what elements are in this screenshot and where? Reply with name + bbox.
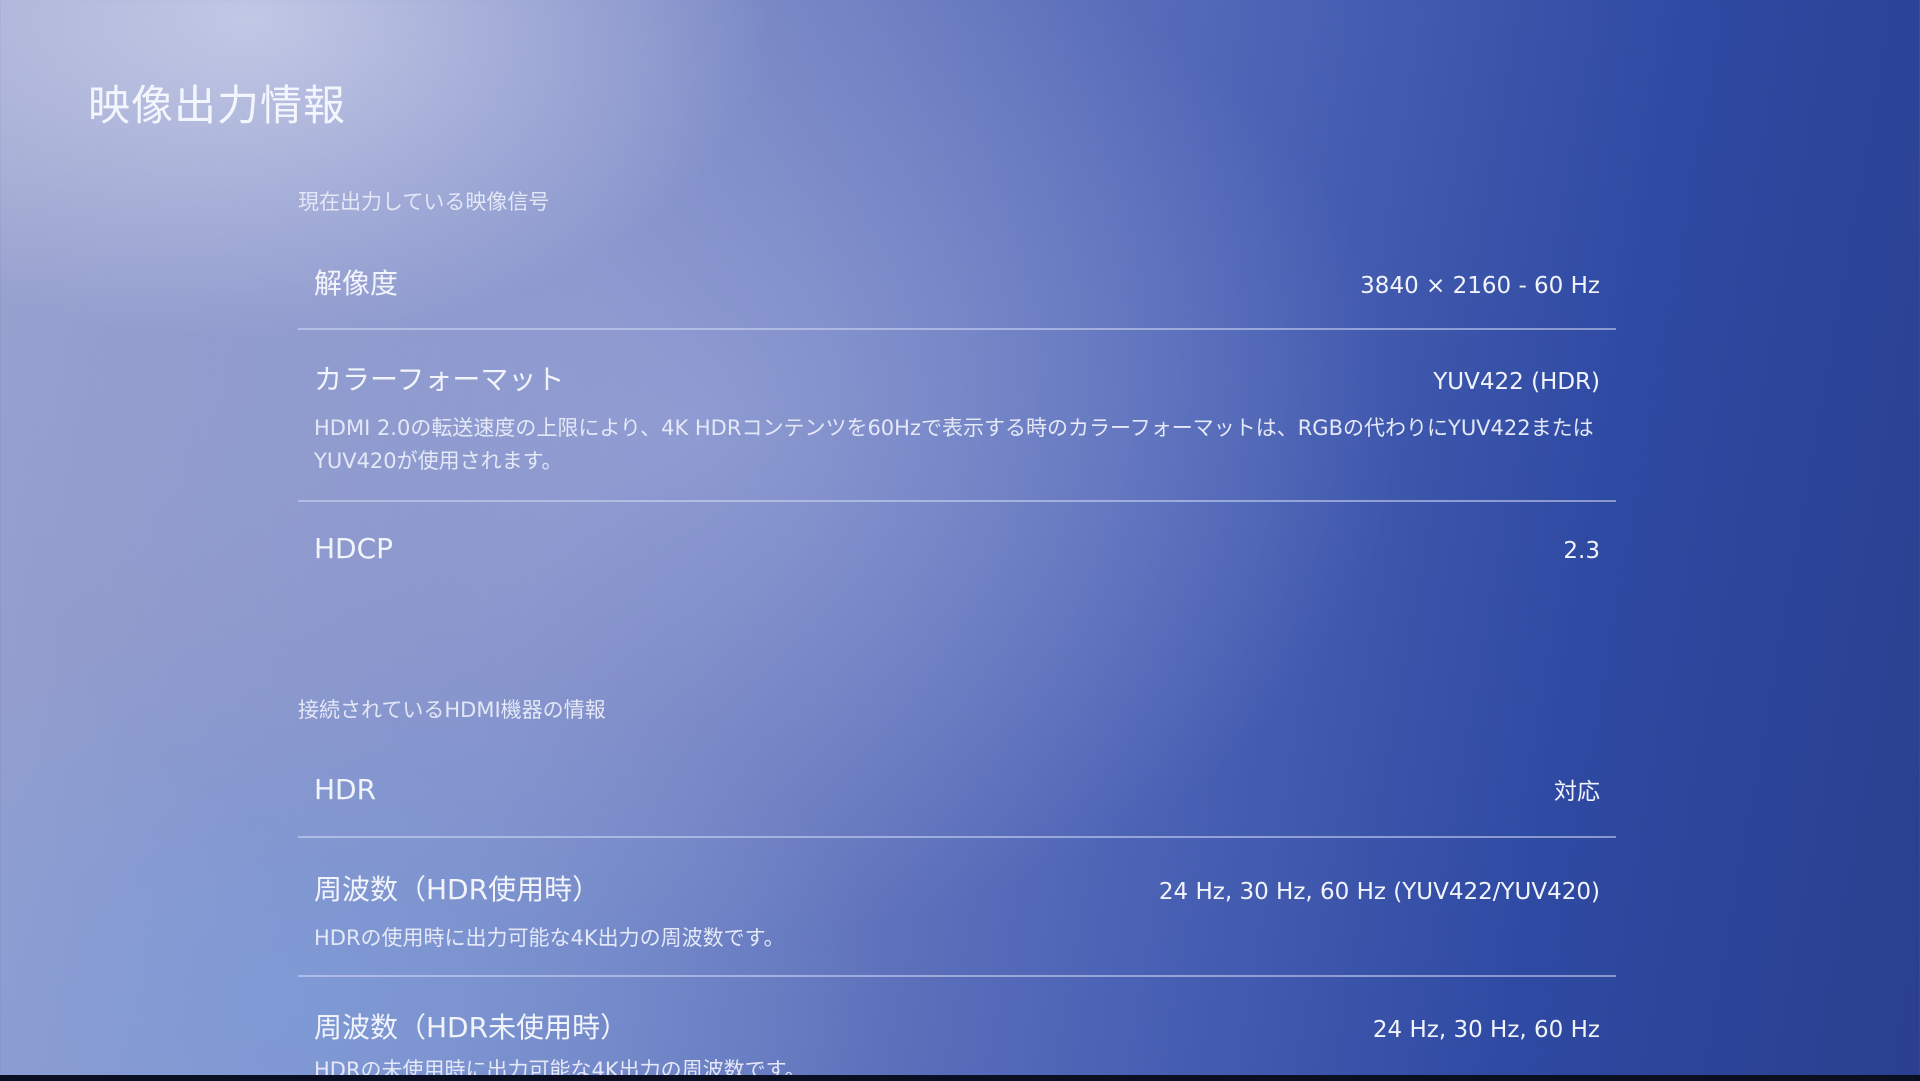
section-heading-current-signal: 現在出力している映像信号 bbox=[298, 190, 550, 214]
row-frequency-no-hdr[interactable]: 周波数（HDR未使用時） 24 Hz, 30 Hz, 60 Hz HDRの未使用… bbox=[298, 1006, 1616, 1081]
row-color-format[interactable]: カラーフォーマット YUV422 (HDR) HDMI 2.0の転送速度の上限に… bbox=[298, 358, 1616, 478]
row-value: 24 Hz, 30 Hz, 60 Hz bbox=[1372, 1017, 1600, 1043]
row-value: 24 Hz, 30 Hz, 60 Hz (YUV422/YUV420) bbox=[1158, 879, 1600, 905]
row-label: HDCP bbox=[314, 532, 394, 565]
row-hdr[interactable]: HDR 対応 bbox=[298, 772, 1616, 806]
screen-bottom-edge bbox=[0, 1075, 1920, 1081]
row-hdcp[interactable]: HDCP 2.3 bbox=[298, 532, 1616, 565]
row-label: 周波数（HDR未使用時） bbox=[314, 1011, 629, 1044]
row-resolution[interactable]: 解像度 3840 × 2160 - 60 Hz bbox=[298, 262, 1616, 302]
row-divider bbox=[298, 975, 1616, 977]
row-value: YUV422 (HDR) bbox=[1433, 369, 1600, 395]
row-description: HDMI 2.0の転送速度の上限により、4K HDRコンテンツを60Hzで表示す… bbox=[314, 416, 1594, 473]
section-heading-connected-hdmi: 接続されているHDMI機器の情報 bbox=[298, 698, 606, 722]
row-label: 解像度 bbox=[314, 267, 399, 300]
row-label: HDR bbox=[314, 773, 377, 806]
video-output-info-screen: 映像出力情報 現在出力している映像信号 解像度 3840 × 2160 - 60… bbox=[0, 0, 1920, 1081]
row-value: 2.3 bbox=[1563, 538, 1600, 564]
row-divider bbox=[298, 328, 1616, 330]
row-label: カラーフォーマット bbox=[314, 363, 565, 396]
row-label: 周波数（HDR使用時） bbox=[314, 873, 601, 906]
row-divider bbox=[298, 500, 1616, 502]
page-title: 映像出力情報 bbox=[88, 81, 347, 130]
row-value: 対応 bbox=[1554, 779, 1600, 805]
row-divider bbox=[298, 836, 1616, 838]
row-value: 3840 × 2160 - 60 Hz bbox=[1360, 273, 1600, 299]
row-description: HDRの使用時に出力可能な4K出力の周波数です。 bbox=[314, 926, 785, 950]
row-frequency-hdr[interactable]: 周波数（HDR使用時） 24 Hz, 30 Hz, 60 Hz (YUV422/… bbox=[298, 868, 1616, 955]
